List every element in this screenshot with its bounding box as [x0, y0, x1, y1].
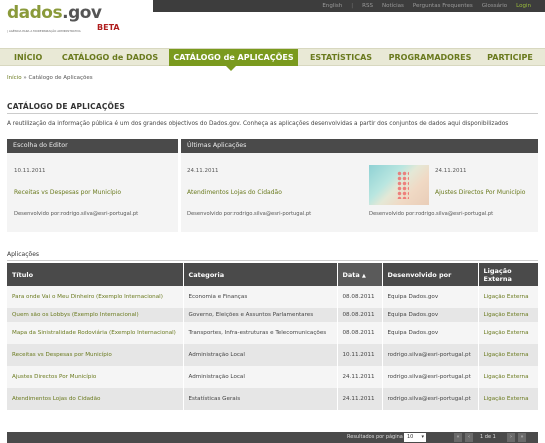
- app-title-link[interactable]: Atendimentos Lojas do Cidadão: [7, 388, 184, 410]
- table-row: Para onde Vai o Meu Dinheiro (Exemplo In…: [7, 286, 538, 308]
- applications-table: Título Categoria Data ▲ Desenvolvido por…: [7, 263, 538, 410]
- breadcrumb-current: Catálogo de Aplicações: [28, 75, 93, 81]
- applications-heading: Aplicações: [7, 251, 40, 258]
- app-date: 24.11.2011: [337, 366, 383, 388]
- nav-item-catalogo-dados[interactable]: CATÁLOGO de DADOS: [55, 49, 165, 66]
- active-nav-arrow-icon: [226, 66, 236, 71]
- app-title-link[interactable]: Ajustes Directos Por Município: [7, 366, 184, 388]
- column-header-date[interactable]: Data ▲: [337, 263, 383, 286]
- app-map-thumbnail[interactable]: [369, 165, 429, 205]
- external-link[interactable]: Ligação Externa: [478, 388, 538, 410]
- app-date: 10.11.2011: [337, 344, 383, 366]
- app-category: Transportes, Infra-estruturas e Telecomu…: [183, 322, 338, 344]
- beta-badge: BETA: [97, 23, 120, 32]
- app-category: Administração Local: [183, 366, 338, 388]
- nav-item-participe[interactable]: PARTICIPE: [482, 49, 538, 66]
- first-page-button[interactable]: «: [454, 433, 462, 442]
- top-utility-bar: English | RSS Notícias Perguntas Frequen…: [153, 0, 545, 12]
- breadcrumb-home-link[interactable]: Início: [7, 75, 22, 81]
- app-date: 24.11.2011: [337, 388, 383, 410]
- column-header-title[interactable]: Título: [7, 263, 184, 286]
- previous-page-button[interactable]: ‹: [465, 433, 473, 442]
- app-title-link[interactable]: Receitas vs Despesas por Município: [7, 344, 184, 366]
- latest-app-date: 24.11.2011: [435, 168, 467, 174]
- latest-apps-heading: Últimas Aplicações: [181, 139, 538, 153]
- table-row: Atendimentos Lojas do Cidadão Estatístic…: [7, 388, 538, 410]
- table-row: Receitas vs Despesas por Município Admin…: [7, 344, 538, 366]
- title-divider: [7, 113, 538, 114]
- results-per-page-select[interactable]: 10 ▾: [404, 433, 426, 442]
- app-developer: Equipa Dados.gov: [382, 322, 479, 344]
- app-developer: Equipa Dados.gov: [382, 308, 479, 322]
- nav-item-inicio[interactable]: INÍCIO: [14, 49, 42, 66]
- app-developer: rodrigo.silva@esri-portugal.pt: [382, 388, 479, 410]
- nav-item-estatisticas[interactable]: ESTATÍSTICAS: [305, 49, 377, 66]
- main-nav: INÍCIO CATÁLOGO de DADOS CATÁLOGO de APL…: [0, 48, 545, 71]
- column-header-category[interactable]: Categoria: [183, 263, 338, 286]
- table-pager: Resultados por página 10 ▾ « ‹ 1 de 1 › »: [7, 432, 538, 443]
- editor-choice-developer: Desenvolvido por:rodrigo.silva@esri-port…: [14, 211, 139, 217]
- app-title-link[interactable]: Quem são os Lobbys (Exemplo Internaciona…: [7, 308, 184, 322]
- glossary-link[interactable]: Glossário: [482, 3, 507, 9]
- nav-item-catalogo-aplicacoes[interactable]: CATÁLOGO de APLICAÇÕES: [169, 49, 298, 66]
- app-date: 08.08.2011: [337, 286, 383, 308]
- breadcrumb-separator: »: [23, 75, 27, 81]
- column-header-developer[interactable]: Desenvolvido por: [382, 263, 479, 286]
- results-per-page-label: Resultados por página: [347, 434, 403, 440]
- latest-app-link[interactable]: Ajustes Directos Por Município: [435, 189, 525, 196]
- app-category: Estatísticas Gerais: [183, 388, 338, 410]
- latest-app-date: 24.11.2011: [187, 168, 219, 174]
- app-title-link[interactable]: Mapa da Sinistralidade Rodoviária (Exemp…: [7, 322, 184, 344]
- app-developer: rodrigo.silva@esri-portugal.pt: [382, 366, 479, 388]
- app-date: 08.08.2011: [337, 322, 383, 344]
- app-developer: Equipa Dados.gov: [382, 286, 479, 308]
- app-category: Economia e Finanças: [183, 286, 338, 308]
- topbar-separator: |: [351, 3, 354, 9]
- latest-app-developer: Desenvolvido por:rodrigo.silva@esri-port…: [369, 211, 494, 217]
- page-intro: A reutilização da informação pública é u…: [7, 121, 509, 127]
- page-status: 1 de 1: [480, 434, 496, 440]
- table-row: Quem são os Lobbys (Exemplo Internaciona…: [7, 308, 538, 322]
- latest-app-link[interactable]: Atendimentos Lojas do Cidadão: [187, 189, 282, 196]
- app-category: Governo, Eleições e Assuntos Parlamentar…: [183, 308, 338, 322]
- breadcrumb: Início » Catálogo de Aplicações: [7, 75, 93, 81]
- site-logo[interactable]: dados.gov BETA | AGÊNCIA PARA A MODERNIZ…: [7, 3, 120, 34]
- editor-choice-heading: Escolha do Editor: [7, 139, 178, 153]
- logo-main-text: dados: [7, 3, 63, 23]
- logo-subtitle: | AGÊNCIA PARA A MODERNIZAÇÃO ADMINISTRA…: [7, 29, 81, 33]
- app-developer: rodrigo.silva@esri-portugal.pt: [382, 344, 479, 366]
- chevron-down-icon: ▾: [421, 434, 424, 440]
- editor-choice-app-link[interactable]: Receitas vs Despesas por Município: [14, 189, 121, 196]
- external-link[interactable]: Ligação Externa: [478, 344, 538, 366]
- next-page-button[interactable]: ›: [507, 433, 515, 442]
- app-date: 08.08.2011: [337, 308, 383, 322]
- external-link[interactable]: Ligação Externa: [478, 308, 538, 322]
- external-link[interactable]: Ligação Externa: [478, 366, 538, 388]
- nav-item-programadores[interactable]: PROGRAMADORES: [385, 49, 475, 66]
- app-title-link[interactable]: Para onde Vai o Meu Dinheiro (Exemplo In…: [7, 286, 184, 308]
- table-row: Ajustes Directos Por Município Administr…: [7, 366, 538, 388]
- news-link[interactable]: Notícias: [382, 3, 404, 9]
- external-link[interactable]: Ligação Externa: [478, 322, 538, 344]
- app-category: Administração Local: [183, 344, 338, 366]
- table-row: Mapa da Sinistralidade Rodoviária (Exemp…: [7, 322, 538, 344]
- last-page-button[interactable]: »: [518, 433, 526, 442]
- logo-tld-text: .gov: [62, 3, 102, 23]
- page-title: CATÁLOGO DE APLICAÇÕES: [7, 102, 126, 111]
- applications-divider: [7, 260, 538, 261]
- sort-ascending-icon: ▲: [362, 272, 366, 279]
- editor-choice-date: 10.11.2011: [14, 168, 46, 174]
- rss-link[interactable]: RSS: [362, 3, 373, 9]
- faq-link[interactable]: Perguntas Frequentes: [413, 3, 473, 9]
- language-link[interactable]: English: [322, 3, 342, 9]
- column-header-external-link[interactable]: Ligação Externa: [478, 263, 538, 286]
- latest-app-developer: Desenvolvido por:rodrigo.silva@esri-port…: [187, 211, 312, 217]
- login-link[interactable]: Login: [516, 3, 531, 9]
- external-link[interactable]: Ligação Externa: [478, 286, 538, 308]
